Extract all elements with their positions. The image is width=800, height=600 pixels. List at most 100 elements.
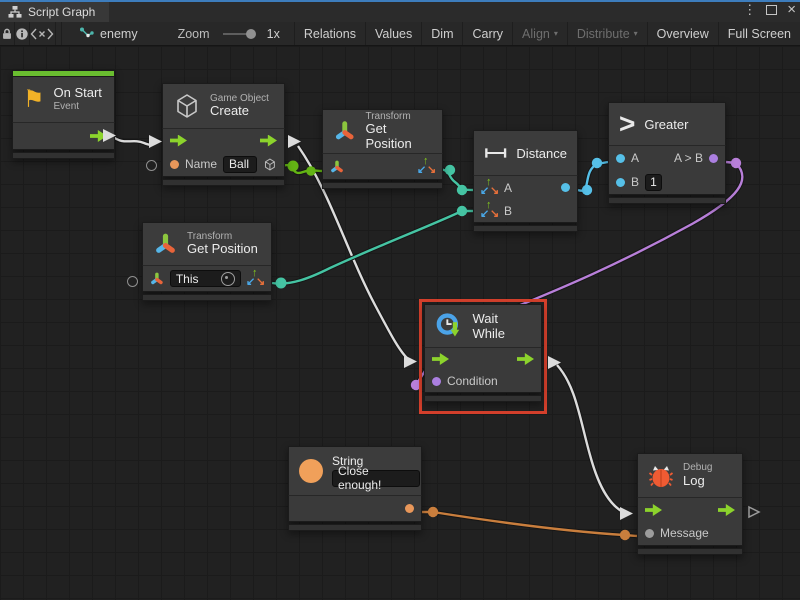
flow-output-port[interactable] xyxy=(260,135,277,147)
flow-output-port[interactable] xyxy=(517,353,534,365)
relations-button[interactable]: Relations xyxy=(295,22,366,45)
target-field[interactable]: This xyxy=(170,270,241,287)
node-string[interactable]: String Close enough! xyxy=(288,446,422,531)
chevron-down-icon: ▾ xyxy=(634,29,638,38)
port-label: A xyxy=(631,151,639,165)
inspect-button[interactable] xyxy=(15,22,30,45)
node-footer xyxy=(142,294,272,301)
node-title: Greater xyxy=(644,117,688,132)
node-footer xyxy=(322,182,443,189)
close-icon[interactable]: × xyxy=(787,3,796,16)
flow-input-port[interactable] xyxy=(170,135,187,147)
distance-output-port[interactable] xyxy=(561,183,570,192)
zoom-label: Zoom xyxy=(169,22,219,45)
script-graph-window: Script Graph ⋮ × xyxy=(0,0,800,600)
node-title: Distance xyxy=(516,146,567,161)
node-title: Wait While xyxy=(472,311,531,341)
node-title: Get Position xyxy=(365,122,432,152)
node-get-position-bottom[interactable]: Transform Get Position This ↑↙↘ xyxy=(142,222,272,301)
result-label: A > B xyxy=(674,151,703,165)
align-button[interactable]: Align ▾ xyxy=(513,22,568,45)
window-menu-icon[interactable]: ⋮ xyxy=(743,3,756,16)
vector3-input-port[interactable]: ↑↙↘ xyxy=(481,179,498,196)
node-footer xyxy=(473,225,578,232)
flow-output-port[interactable] xyxy=(718,504,735,516)
port-label: Condition xyxy=(447,374,498,388)
node-title: Log xyxy=(683,474,712,489)
edit-script-button[interactable] xyxy=(30,22,56,45)
port-label: B xyxy=(631,175,639,189)
tab-script-graph[interactable]: Script Graph xyxy=(0,2,109,22)
unconnected-flow-triangle[interactable] xyxy=(747,505,761,519)
gameobject-output-port[interactable] xyxy=(263,157,277,172)
condition-input-port[interactable] xyxy=(432,377,441,386)
node-header: Transform Get Position xyxy=(322,109,443,153)
zoom-value: 1x xyxy=(258,22,295,45)
flow-input-port[interactable] xyxy=(645,504,662,516)
node-header: Game Object Create xyxy=(162,83,285,128)
graph-toolbar: enemy Zoom 1x Relations Values Dim Carry… xyxy=(0,22,800,46)
code-icon xyxy=(30,28,54,40)
window-controls: ⋮ × xyxy=(743,3,796,16)
lock-button[interactable] xyxy=(0,22,15,45)
graph-icon xyxy=(79,27,94,40)
wait-clock-icon xyxy=(435,311,463,341)
node-on-start-event[interactable]: ⚑ On Start Event xyxy=(12,70,115,159)
chevron-down-icon: ▾ xyxy=(554,29,558,38)
vector3-output-port[interactable]: ↑↙↘ xyxy=(418,158,435,175)
node-title: Get Position xyxy=(187,242,258,257)
node-title: On Start xyxy=(54,86,102,101)
transform-icon xyxy=(333,119,356,144)
port-label: Message xyxy=(660,526,709,540)
maximize-icon[interactable] xyxy=(766,5,777,15)
zoom-slider-handle[interactable] xyxy=(246,29,256,39)
hierarchy-icon xyxy=(8,5,22,19)
overview-button[interactable]: Overview xyxy=(648,22,719,45)
string-output-port[interactable] xyxy=(405,504,414,513)
node-gameobject-create[interactable]: Game Object Create Name Ball xyxy=(162,83,285,186)
transform-input-port[interactable] xyxy=(330,160,344,174)
carry-button[interactable]: Carry xyxy=(463,22,513,45)
node-header: Distance xyxy=(473,130,578,175)
a-input-port[interactable] xyxy=(616,154,625,163)
greater-icon: > xyxy=(619,110,635,138)
graph-breadcrumb[interactable]: enemy xyxy=(70,22,147,45)
message-input-port[interactable] xyxy=(645,529,654,538)
result-output-port[interactable] xyxy=(709,154,718,163)
object-picker-icon[interactable] xyxy=(221,272,235,286)
b-value-field[interactable]: 1 xyxy=(645,174,662,191)
bug-icon xyxy=(648,463,674,489)
transform-input-port[interactable] xyxy=(150,272,164,286)
node-title: Create xyxy=(210,104,269,119)
node-distance[interactable]: Distance ↑↙↘ A ↑↙↘ B xyxy=(473,130,578,232)
values-button[interactable]: Values xyxy=(366,22,422,45)
vector3-input-port[interactable]: ↑↙↘ xyxy=(481,202,498,219)
tab-title: Script Graph xyxy=(28,5,95,19)
string-value-field[interactable]: Close enough! xyxy=(332,470,420,487)
port-label: B xyxy=(504,204,512,218)
lock-icon xyxy=(0,27,14,41)
port-label: Name xyxy=(185,157,217,171)
name-input-port[interactable] xyxy=(170,160,179,169)
full-screen-button[interactable]: Full Screen xyxy=(719,22,800,45)
name-field[interactable]: Ball xyxy=(223,156,257,173)
node-header: > Greater xyxy=(608,102,726,145)
node-get-position-top[interactable]: Transform Get Position ↑↙↘ xyxy=(322,109,443,189)
node-footer xyxy=(288,524,422,531)
string-icon xyxy=(299,459,323,483)
b-input-port[interactable] xyxy=(616,178,625,187)
unconnected-port-circle[interactable] xyxy=(127,276,138,287)
node-debug-log[interactable]: Debug Log Message xyxy=(637,453,743,555)
node-greater[interactable]: > Greater A A > B B 1 xyxy=(608,102,726,204)
unconnected-port-circle[interactable] xyxy=(146,160,157,171)
vector3-output-port[interactable]: ↑↙↘ xyxy=(247,270,264,287)
zoom-slider[interactable] xyxy=(223,33,254,35)
flow-input-port[interactable] xyxy=(432,353,449,365)
cube-icon xyxy=(173,92,201,120)
node-header: Transform Get Position xyxy=(142,222,272,265)
node-wait-while[interactable]: Wait While Condition xyxy=(424,304,542,402)
distribute-button[interactable]: Distribute ▾ xyxy=(568,22,648,45)
node-footer xyxy=(608,197,726,204)
dim-button[interactable]: Dim xyxy=(422,22,463,45)
node-footer xyxy=(12,152,115,159)
